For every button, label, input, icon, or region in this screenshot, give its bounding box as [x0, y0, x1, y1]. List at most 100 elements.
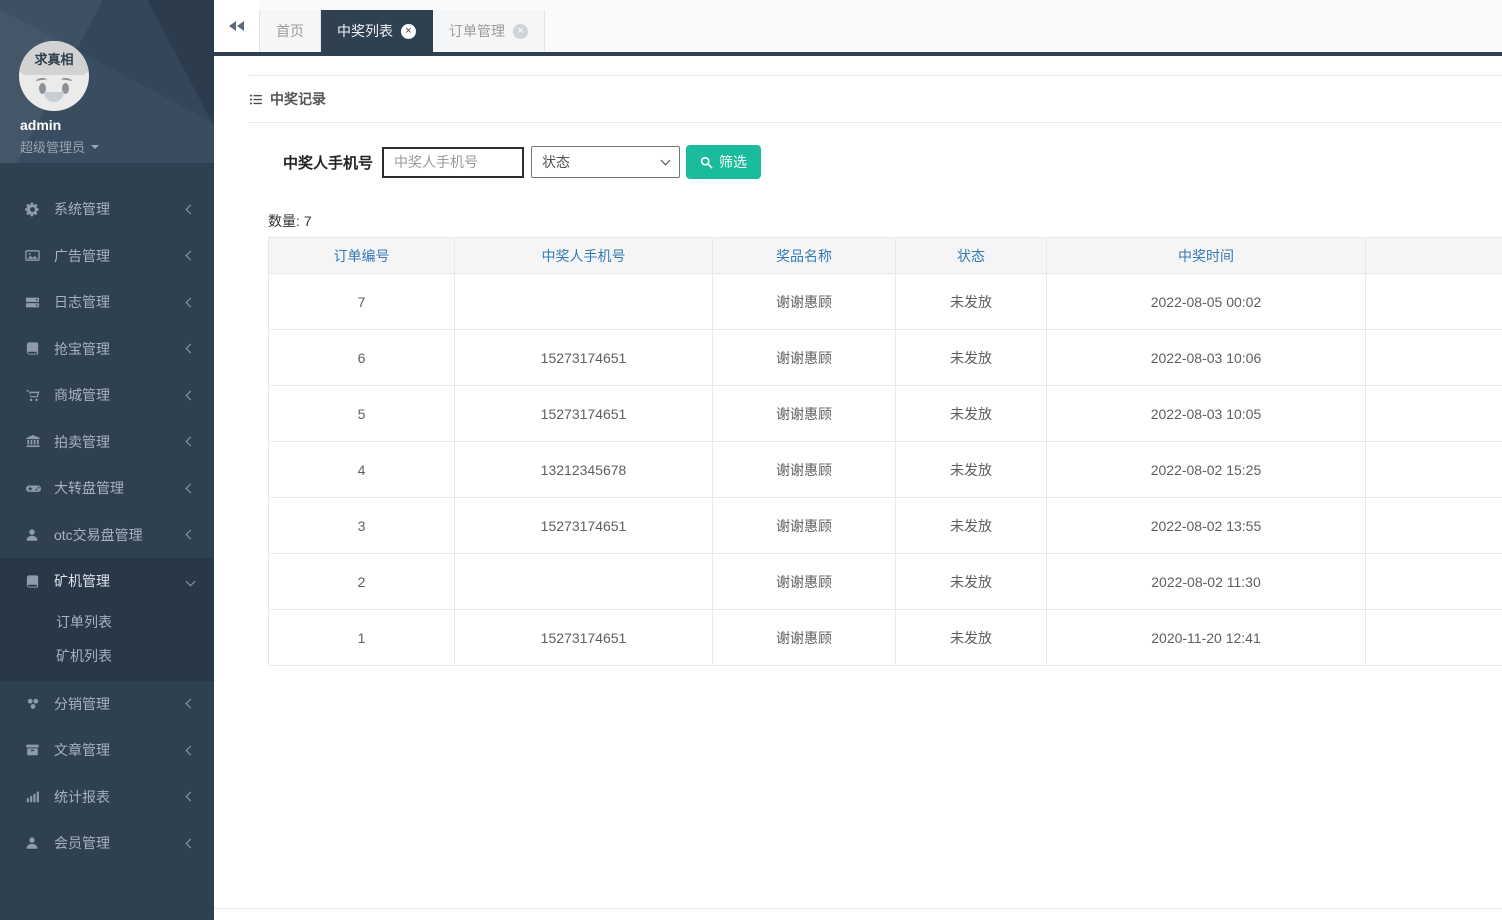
- close-tab-icon[interactable]: ×: [513, 23, 528, 39]
- sidebar-item-wheel[interactable]: 大转盘管理: [0, 465, 214, 512]
- role-label: 超级管理员: [20, 140, 86, 155]
- footer: [214, 908, 1502, 920]
- table-header-cell: 中奖人手机号: [454, 237, 713, 274]
- sidebar-block-treasure: 抢宝管理: [0, 326, 214, 373]
- tab-prize-list[interactable]: 中奖列表 ×: [321, 10, 433, 52]
- avatar[interactable]: 求真相: [19, 41, 89, 111]
- table-cell: 2020-11-20 12:41: [1046, 609, 1366, 666]
- panel-header: 中奖记录: [249, 75, 1502, 123]
- table-cell: 谢谢惠顾: [712, 273, 896, 330]
- phone-filter-input[interactable]: [382, 146, 525, 178]
- table-cell: 4: [268, 441, 455, 498]
- sidebar-item-logs[interactable]: 日志管理: [0, 279, 214, 326]
- table-cell: 2: [268, 553, 455, 610]
- table-cell: 2022-08-02 15:25: [1046, 441, 1366, 498]
- table-cell: [1365, 553, 1502, 610]
- sidebar-item-label: 日志管理: [54, 294, 110, 311]
- table-row: 1 15273174651 谢谢惠顾 未发放 2020-11-20 12:41: [268, 609, 1502, 666]
- content: 中奖记录 中奖人手机号 状态 筛选 数量:7 订单编号中奖人手机号奖品: [214, 56, 1502, 908]
- status-select[interactable]: 状态: [531, 146, 681, 178]
- chevron-left-icon: [185, 529, 196, 540]
- table-cell: 谢谢惠顾: [712, 441, 896, 498]
- tab-home[interactable]: 首页: [259, 10, 321, 52]
- table-header-cell: 订单编号: [268, 237, 455, 274]
- sidebar-block-system: 系统管理: [0, 186, 214, 233]
- sidebar-item-label: 抢宝管理: [54, 340, 110, 357]
- sidebar-item-treasure[interactable]: 抢宝管理: [0, 326, 214, 373]
- table-cell: 谢谢惠顾: [712, 385, 896, 442]
- chevron-left-icon: [185, 297, 196, 308]
- sidebar-item-auction[interactable]: 拍卖管理: [0, 419, 214, 466]
- sidebar-block-auction: 拍卖管理: [0, 419, 214, 466]
- chevron-left-icon: [185, 698, 196, 709]
- record-count: 数量: 7: [268, 211, 1502, 231]
- tab-label: 订单管理: [449, 23, 505, 39]
- filter-button[interactable]: 筛选: [686, 145, 762, 179]
- tab-label: 中奖列表: [337, 23, 393, 39]
- double-left-arrow-icon: [237, 21, 244, 31]
- user-icon: [25, 836, 43, 850]
- chevron-left-icon: [185, 838, 196, 849]
- app-root: 求真相 admin 超级管理员 系统管理 广告管理 日志管理 抢宝管理 商城管理 拍卖管理…: [0, 0, 1502, 920]
- book-icon: [25, 341, 43, 356]
- filter-form: 中奖人手机号 状态 筛选: [283, 145, 1502, 179]
- sidebar-item-otc[interactable]: otc交易盘管理: [0, 512, 214, 559]
- sidebar-item-label: 大转盘管理: [54, 480, 124, 497]
- chevron-left-icon: [185, 745, 196, 756]
- table-cell: 2022-08-02 13:55: [1046, 497, 1366, 554]
- table-cell: [454, 273, 713, 330]
- sidebar-item-label: 矿机管理: [54, 573, 110, 590]
- table-cell: 谢谢惠顾: [712, 553, 896, 610]
- sidebar-item-label: 系统管理: [54, 201, 110, 218]
- sidebar-item-label: 商城管理: [54, 387, 110, 404]
- table-cell: 15273174651: [454, 329, 713, 386]
- table-cell: 谢谢惠顾: [712, 497, 896, 554]
- archive-icon: [25, 743, 43, 757]
- table-row: 7 谢谢惠顾 未发放 2022-08-05 00:02: [268, 273, 1502, 330]
- avatar-text: 求真相: [34, 52, 74, 67]
- tabs: 首页 中奖列表 × 订单管理 ×: [259, 0, 545, 52]
- table-header-cell: 中奖时间: [1046, 237, 1366, 274]
- panel-title: 中奖记录: [270, 91, 326, 107]
- sidebar-item-mall[interactable]: 商城管理: [0, 372, 214, 419]
- close-tab-icon[interactable]: ×: [401, 23, 416, 39]
- main-area: 首页 中奖列表 × 订单管理 × 中奖记录 中奖人手机号 状态 筛选: [214, 0, 1502, 920]
- sidebar-item-distribution[interactable]: 分销管理: [0, 681, 214, 728]
- sidebar-item-reports[interactable]: 统计报表: [0, 774, 214, 821]
- role-dropdown[interactable]: 超级管理员: [20, 137, 100, 156]
- sidebar-item-ads[interactable]: 广告管理: [0, 233, 214, 280]
- chevron-left-icon: [185, 791, 196, 802]
- share-nodes-icon: [25, 697, 43, 711]
- double-left-arrow-icon: [229, 21, 236, 31]
- table-cell: 6: [268, 329, 455, 386]
- collapse-tabs-button[interactable]: [214, 0, 259, 52]
- chevron-left-icon: [185, 483, 196, 494]
- gear-icon: [25, 202, 43, 217]
- sidebar-item-miner[interactable]: 矿机管理: [0, 558, 214, 605]
- tab-order-mgmt[interactable]: 订单管理 ×: [433, 10, 545, 52]
- table-cell: 15273174651: [454, 497, 713, 554]
- chevron-left-icon: [185, 390, 196, 401]
- sidebar-item-label: otc交易盘管理: [54, 526, 143, 543]
- sidebar-item-members[interactable]: 会员管理: [0, 820, 214, 867]
- table-cell: [454, 553, 713, 610]
- table-cell: 2022-08-05 00:02: [1046, 273, 1366, 330]
- sidebar-subitem-order-list[interactable]: 订单列表: [0, 605, 214, 639]
- sidebar-block-otc: otc交易盘管理: [0, 512, 214, 559]
- table-cell: [1365, 273, 1502, 330]
- table-body: 7 谢谢惠顾 未发放 2022-08-05 00:02 6 15273174651 谢谢惠顾…: [268, 273, 1502, 666]
- book-icon: [25, 574, 43, 589]
- image-icon: [25, 248, 43, 263]
- sidebar-subitem-miner-list[interactable]: 矿机列表: [0, 639, 214, 673]
- table-header-row: 订单编号 中奖人手机号 奖品名称 状态 中奖时间: [268, 237, 1502, 274]
- tab-bar: 首页 中奖列表 × 订单管理 ×: [214, 0, 1502, 56]
- table-row: 3 15273174651 谢谢惠顾 未发放 2022-08-02 13:55: [268, 497, 1502, 554]
- sidebar-item-system[interactable]: 系统管理: [0, 186, 214, 233]
- sidebar-item-label: 统计报表: [54, 788, 110, 805]
- bank-icon: [25, 434, 43, 449]
- table-cell: 谢谢惠顾: [712, 329, 896, 386]
- table-cell: [1365, 385, 1502, 442]
- avatar-mouth: [44, 92, 64, 102]
- table-cell: 7: [268, 273, 455, 330]
- sidebar-item-articles[interactable]: 文章管理: [0, 727, 214, 774]
